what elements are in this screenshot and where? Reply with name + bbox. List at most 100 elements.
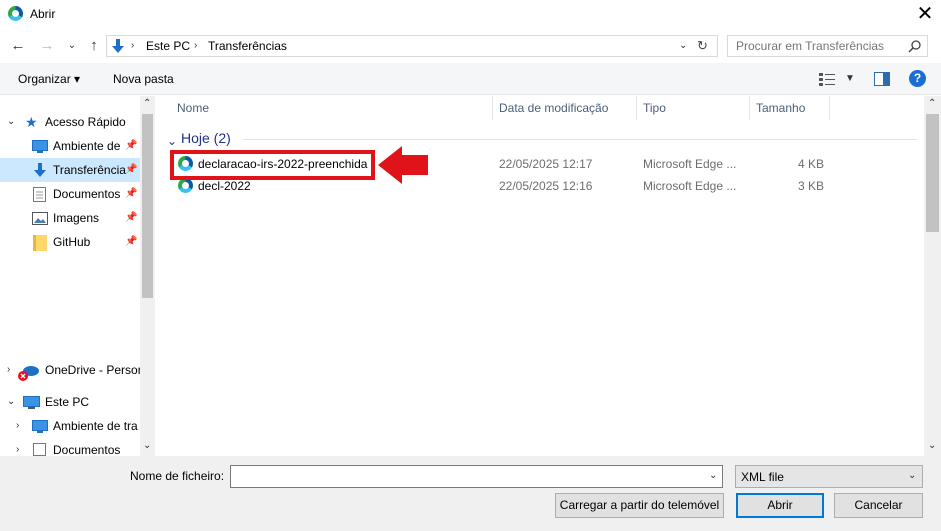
- downloads-folder-icon: [112, 39, 124, 53]
- sidebar-item-label: Ambiente de tra: [53, 419, 138, 433]
- file-type-value: XML file: [741, 470, 784, 484]
- breadcrumb-transferencias[interactable]: Transferências: [208, 39, 287, 53]
- window-title: Abrir: [30, 7, 56, 21]
- view-options-icon[interactable]: [819, 72, 837, 86]
- open-button[interactable]: Abrir: [736, 493, 824, 518]
- chevron-down-icon[interactable]: ⌄: [908, 470, 916, 481]
- column-header-size[interactable]: Tamanho: [756, 96, 805, 120]
- recent-locations-chevron-icon[interactable]: ⌄: [62, 36, 82, 56]
- view-dropdown-icon[interactable]: ▼: [845, 73, 855, 84]
- quick-access-section: ⌄ ★ Acesso Rápido: [0, 110, 140, 134]
- breadcrumb-separator-icon: ›: [131, 40, 135, 51]
- group-header-today[interactable]: Hoje (2): [181, 130, 231, 146]
- sidebar-item-label: Transferência: [53, 163, 126, 177]
- annotation-arrow-icon: [378, 146, 428, 184]
- scroll-up-icon[interactable]: ⌃: [928, 98, 936, 109]
- annotation-highlight-box: [170, 150, 375, 180]
- group-divider: [243, 139, 917, 140]
- help-icon[interactable]: ?: [909, 70, 926, 87]
- sidebar-item-label: Acesso Rápido: [45, 115, 126, 129]
- document-icon: [33, 443, 46, 456]
- cancel-button[interactable]: Cancelar: [834, 493, 923, 518]
- forward-arrow-icon[interactable]: →: [37, 36, 57, 56]
- desktop-icon: [32, 420, 48, 433]
- column-header-modified[interactable]: Data de modificação: [499, 96, 608, 120]
- sidebar-item-pc-ambiente[interactable]: › Ambiente de tra: [0, 414, 140, 438]
- chevron-down-icon[interactable]: ⌄: [7, 390, 15, 414]
- filename-dropdown-icon[interactable]: ⌄: [709, 470, 717, 481]
- sidebar-item-transferencias[interactable]: Transferência 📌: [0, 158, 140, 182]
- sidebar-item-este-pc[interactable]: ⌄ Este PC: [0, 390, 140, 414]
- column-header-name[interactable]: Nome: [177, 96, 209, 120]
- sidebar-item-ambiente[interactable]: Ambiente de 📌: [0, 134, 140, 158]
- chevron-right-icon[interactable]: ›: [7, 358, 10, 382]
- search-input[interactable]: [728, 36, 898, 56]
- chevron-right-icon[interactable]: ›: [16, 438, 19, 456]
- chevron-down-icon[interactable]: ⌄: [7, 110, 15, 134]
- column-separator[interactable]: [829, 96, 830, 120]
- desktop-icon: [32, 140, 48, 153]
- pin-icon: 📌: [125, 188, 138, 199]
- sidebar-item-label: GitHub: [53, 235, 91, 249]
- pin-icon: 📌: [125, 236, 138, 247]
- downloads-icon: [34, 163, 46, 177]
- address-dropdown-icon[interactable]: ⌄: [679, 40, 687, 51]
- sidebar-item-label: Ambiente de: [53, 139, 121, 153]
- refresh-icon[interactable]: ↻: [697, 38, 708, 54]
- scroll-down-icon[interactable]: ⌄: [143, 440, 151, 451]
- pin-icon: 📌: [125, 164, 138, 175]
- edge-file-icon: [178, 178, 193, 193]
- title-bar: [0, 0, 941, 30]
- scroll-up-icon[interactable]: ⌃: [143, 98, 151, 109]
- back-arrow-icon[interactable]: ←: [8, 36, 28, 56]
- pin-icon: 📌: [125, 140, 138, 151]
- search-icon[interactable]: [908, 39, 922, 53]
- onedrive-cloud-icon: [18, 366, 39, 381]
- load-from-phone-button[interactable]: Carregar a partir do telemóvel: [555, 493, 724, 518]
- nav-scrollbar-thumb[interactable]: [142, 114, 153, 298]
- sidebar-item-label: Documentos: [53, 187, 121, 201]
- column-separator[interactable]: [492, 96, 493, 120]
- star-icon: ★: [25, 114, 38, 130]
- file-modified: 22/05/2025 12:16: [499, 179, 593, 193]
- file-size: 3 KB: [798, 179, 825, 193]
- column-separator[interactable]: [749, 96, 750, 120]
- preview-pane-icon[interactable]: [874, 72, 890, 86]
- file-modified: 22/05/2025 12:17: [499, 157, 593, 171]
- sidebar-item-onedrive[interactable]: › OneDrive - Persor: [0, 358, 140, 382]
- sidebar-item-imagens[interactable]: Imagens 📌: [0, 206, 140, 230]
- file-type: Microsoft Edge ...: [643, 157, 737, 171]
- scroll-down-icon[interactable]: ⌄: [928, 440, 936, 451]
- folder-icon: [33, 235, 47, 251]
- pictures-icon: [32, 212, 48, 225]
- sidebar-item-label: Imagens: [53, 211, 100, 225]
- edge-app-icon: [8, 6, 23, 21]
- file-type-select[interactable]: XML file ⌄: [735, 465, 923, 488]
- pin-icon: 📌: [125, 212, 138, 223]
- file-type: Microsoft Edge ...: [643, 179, 737, 193]
- sidebar-item-documentos[interactable]: Documentos 📌: [0, 182, 140, 206]
- column-header-type[interactable]: Tipo: [643, 96, 666, 120]
- sidebar-item-github[interactable]: GitHub 📌: [0, 230, 140, 254]
- close-icon[interactable]: ✕: [912, 2, 938, 28]
- filename-label: Nome de ficheiro:: [130, 469, 225, 483]
- up-arrow-icon[interactable]: ↑: [84, 36, 104, 56]
- file-list-scrollbar-thumb[interactable]: [926, 114, 939, 232]
- file-name[interactable]: decl-2022: [198, 179, 251, 193]
- breadcrumb-este-pc[interactable]: Este PC: [146, 39, 190, 53]
- sidebar-item-pc-documentos[interactable]: › Documentos: [0, 438, 140, 456]
- sidebar-item-label: Documentos: [53, 443, 121, 456]
- filename-input[interactable]: ⌄: [230, 465, 723, 488]
- group-collapse-icon[interactable]: ⌄: [167, 134, 177, 148]
- breadcrumb-separator-icon: ›: [194, 40, 198, 51]
- file-size: 4 KB: [798, 157, 825, 171]
- column-separator[interactable]: [636, 96, 637, 120]
- search-box[interactable]: [727, 35, 928, 57]
- address-bar[interactable]: › Este PC › Transferências ⌄ ↻: [106, 35, 718, 57]
- computer-icon: [23, 396, 40, 409]
- sidebar-item-label: OneDrive - Persor: [45, 363, 140, 377]
- chevron-right-icon[interactable]: ›: [16, 414, 19, 438]
- new-folder-button[interactable]: Nova pasta: [113, 72, 174, 86]
- sidebar-item-quick-access[interactable]: ⌄ ★ Acesso Rápido: [0, 110, 140, 134]
- organize-button[interactable]: Organizar ▾: [18, 72, 80, 86]
